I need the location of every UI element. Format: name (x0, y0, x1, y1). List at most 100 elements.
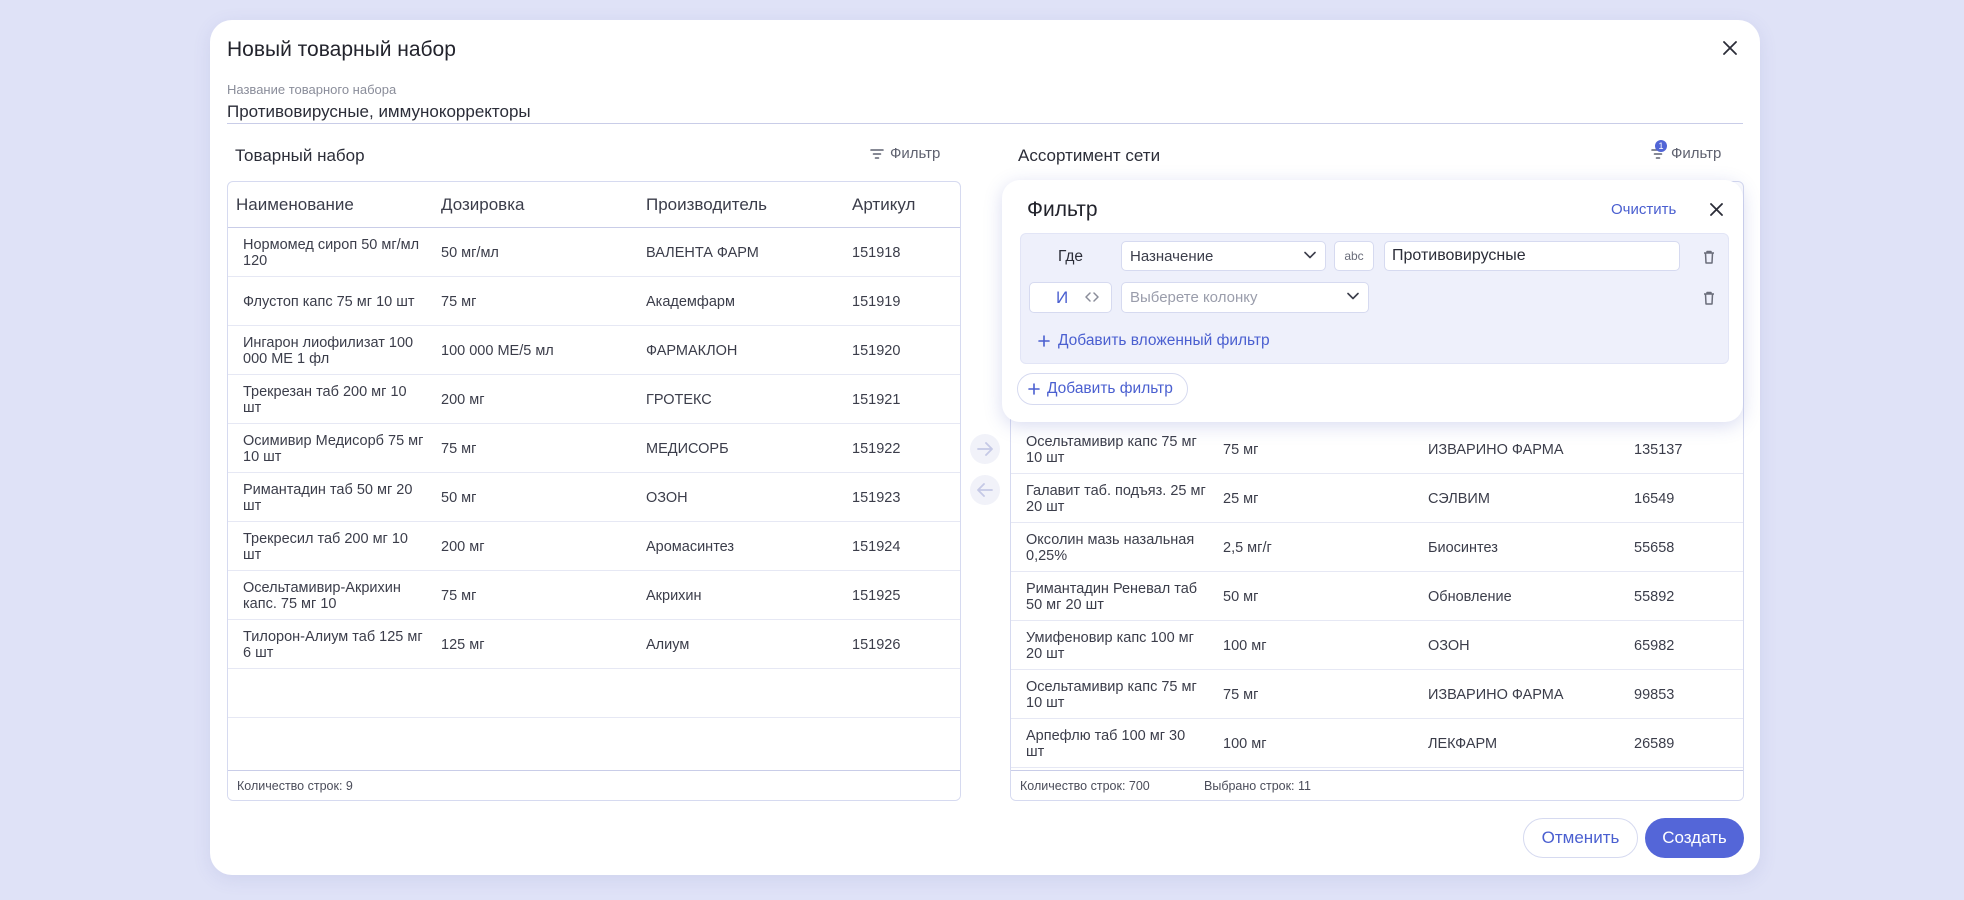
delete-condition-button[interactable] (1701, 248, 1717, 266)
cell-name: Ингарон лиофилизат 100 000 МЕ 1 фл (243, 334, 414, 367)
product-set-title: Товарный набор (235, 146, 365, 165)
cancel-button[interactable]: Отменить (1523, 818, 1638, 858)
add-filter-button[interactable]: Добавить фильтр (1017, 373, 1188, 405)
cell-maker: ВАЛЕНТА ФАРМ (646, 244, 759, 261)
add-nested-filter-button[interactable]: Добавить вложенный фильтр (1038, 332, 1270, 350)
table-row[interactable]: Осельтамивир капс 75 мг 10 шт 75 мг ИЗВАРИ… (1011, 425, 1743, 474)
create-button[interactable]: Создать (1645, 818, 1744, 858)
cell-sku: 151920 (852, 342, 901, 359)
cell-name: Трекрезан таб 200 мг 10 шт (243, 383, 407, 416)
cell-name: Арпефлю таб 100 мг 30 шт (1026, 727, 1186, 760)
table-row[interactable]: Галавит таб. подъяз. 25 мг 20 шт 25 мг СЭЛ… (1011, 474, 1743, 523)
cell-name: Нормомед сироп 50 мг/мл 120 (243, 236, 420, 269)
value-type-toggle[interactable]: abc (1334, 241, 1374, 271)
column-select-placeholder: Выберете колонку (1130, 289, 1258, 306)
cell-dose: 100 000 МЕ/5 мл (441, 342, 554, 359)
close-icon (1723, 41, 1737, 55)
column-select[interactable]: Назначение (1121, 241, 1326, 271)
close-icon (1709, 202, 1723, 216)
cell-name: Римантадин таб 50 мг 20 шт (243, 481, 413, 514)
cell-name: Осимивир Медисорб 75 мг 10 шт (243, 432, 424, 465)
cell-sku: 16549 (1634, 490, 1675, 507)
table-row[interactable]: Умифеновир капс 100 мг 20 шт 100 мг ОЗОН 65… (1011, 621, 1743, 670)
cell-dose: 75 мг (1223, 686, 1259, 703)
table-row[interactable]: Римантадин Реневал таб 50 мг 20 шт 50 мг О… (1011, 572, 1743, 621)
cell-maker: МЕДИСОРБ (646, 440, 729, 457)
cell-maker: СЭЛВИМ (1428, 490, 1490, 507)
table-footer: Количество строк: 9 (228, 770, 960, 800)
row-count: Количество строк: 9 (237, 779, 353, 793)
cell-sku: 55658 (1634, 539, 1675, 556)
cell-dose: 50 мг (441, 489, 477, 506)
table-row[interactable]: Тилорон-Алиум таб 125 мг 6 шт 125 мг Алиум… (228, 620, 960, 669)
right-filter-label: Фильтр (1671, 145, 1722, 162)
cell-sku: 151925 (852, 587, 901, 604)
table-row[interactable]: Римантадин таб 50 мг 20 шт 50 мг ОЗОН 15192… (228, 473, 960, 522)
column-header-dose[interactable]: Дозировка (441, 195, 524, 215)
table-header: Наименование Дозировка Производитель Арт… (228, 182, 960, 228)
table-row[interactable]: Осимивир Медисорб 75 мг 10 шт 75 мг МЕДИСО… (228, 424, 960, 473)
swap-arrows-icon (1085, 292, 1099, 302)
cell-sku: 151923 (852, 489, 901, 506)
empty-row (228, 669, 960, 718)
set-name-input[interactable] (227, 100, 1743, 124)
filter-popup: Фильтр Очистить Где Назначение abc И Выб… (1002, 180, 1743, 422)
cell-maker: Обновление (1428, 588, 1512, 605)
table-row[interactable]: Осельтамивир-Акрихин капс. 75 мг 10 75 мг… (228, 571, 960, 620)
move-left-button[interactable] (970, 475, 1000, 505)
cell-dose: 75 мг (441, 440, 477, 457)
column-header-maker[interactable]: Производитель (646, 195, 767, 215)
close-dialog-button[interactable] (1716, 34, 1744, 62)
and-label: И (1056, 288, 1069, 307)
table-row[interactable]: Нормомед сироп 50 мг/мл 120 50 мг/мл ВАЛЕН… (228, 228, 960, 277)
cell-dose: 100 мг (1223, 735, 1267, 752)
arrow-right-icon (977, 442, 993, 456)
close-filter-button[interactable] (1704, 197, 1728, 221)
table-row[interactable]: Оксолин мазь назальная 0,25% 2,5 мг/г Биос… (1011, 523, 1743, 572)
cell-dose: 25 мг (1223, 490, 1259, 507)
left-filter-label: Фильтр (890, 145, 941, 162)
column-header-sku[interactable]: Артикул (852, 195, 915, 215)
cell-sku: 151919 (852, 293, 901, 310)
cell-maker: Академфарм (646, 293, 735, 310)
move-right-button[interactable] (970, 434, 1000, 464)
cell-maker: Аромасинтез (646, 538, 735, 555)
cell-maker: ГРОТЕКС (646, 391, 712, 408)
cell-dose: 50 мг/мл (441, 244, 499, 261)
cell-dose: 75 мг (1223, 441, 1259, 458)
plus-icon (1028, 383, 1040, 395)
add-filter-label: Добавить фильтр (1047, 380, 1173, 397)
cell-name: Римантадин Реневал таб 50 мг 20 шт (1026, 580, 1198, 613)
filter-value-input[interactable] (1384, 241, 1680, 271)
logic-operator-toggle[interactable]: И (1029, 282, 1112, 313)
filter-condition-group: Где Назначение abc И Выберете колонку До… (1020, 233, 1729, 364)
filter-icon (870, 148, 884, 159)
set-name-label: Название товарного набора (227, 82, 397, 97)
right-filter-button[interactable]: 1 Фильтр (1651, 140, 1722, 162)
cell-name: Оксолин мазь назальная 0,25% (1026, 531, 1195, 564)
table-row[interactable]: Арпефлю таб 100 мг 30 шт 100 мг ЛЕКФАРМ 265… (1011, 719, 1743, 768)
table-row[interactable]: Ингарон лиофилизат 100 000 МЕ 1 фл 100 00… (228, 326, 960, 375)
table-row[interactable]: Трекресил таб 200 мг 10 шт 200 мг Аромасин… (228, 522, 960, 571)
add-nested-filter-label: Добавить вложенный фильтр (1058, 332, 1270, 349)
cell-dose: 125 мг (441, 636, 485, 653)
cell-name: Галавит таб. подъяз. 25 мг 20 шт (1026, 482, 1206, 515)
network-assortment-title: Ассортимент сети (1018, 146, 1161, 165)
table-row[interactable]: Флустоп капс 75 мг 10 шт 75 мг Академфарм 1… (228, 277, 960, 326)
cell-sku: 151924 (852, 538, 901, 555)
cell-sku: 55892 (1634, 588, 1675, 605)
clear-filter-button[interactable]: Очистить (1611, 201, 1676, 218)
chevron-down-icon (1304, 251, 1316, 259)
cell-sku: 135137 (1634, 441, 1683, 458)
cell-maker: Алиум (646, 636, 690, 653)
dialog-title: Новый товарный набор (227, 38, 456, 61)
table-row[interactable]: Трекрезан таб 200 мг 10 шт 200 мг ГРОТЕКС 1… (228, 375, 960, 424)
cell-maker: ФАРМАКЛОН (646, 342, 738, 359)
column-select-empty[interactable]: Выберете колонку (1121, 282, 1369, 313)
column-header-name[interactable]: Наименование (236, 195, 354, 215)
text-type-icon: abc (1344, 249, 1364, 263)
delete-condition-button[interactable] (1701, 289, 1717, 307)
cell-maker: ОЗОН (646, 489, 688, 506)
table-row[interactable]: Осельтамивир капс 75 мг 10 шт 75 мг ИЗВАРИ… (1011, 670, 1743, 719)
left-filter-button[interactable]: Фильтр (870, 145, 940, 162)
